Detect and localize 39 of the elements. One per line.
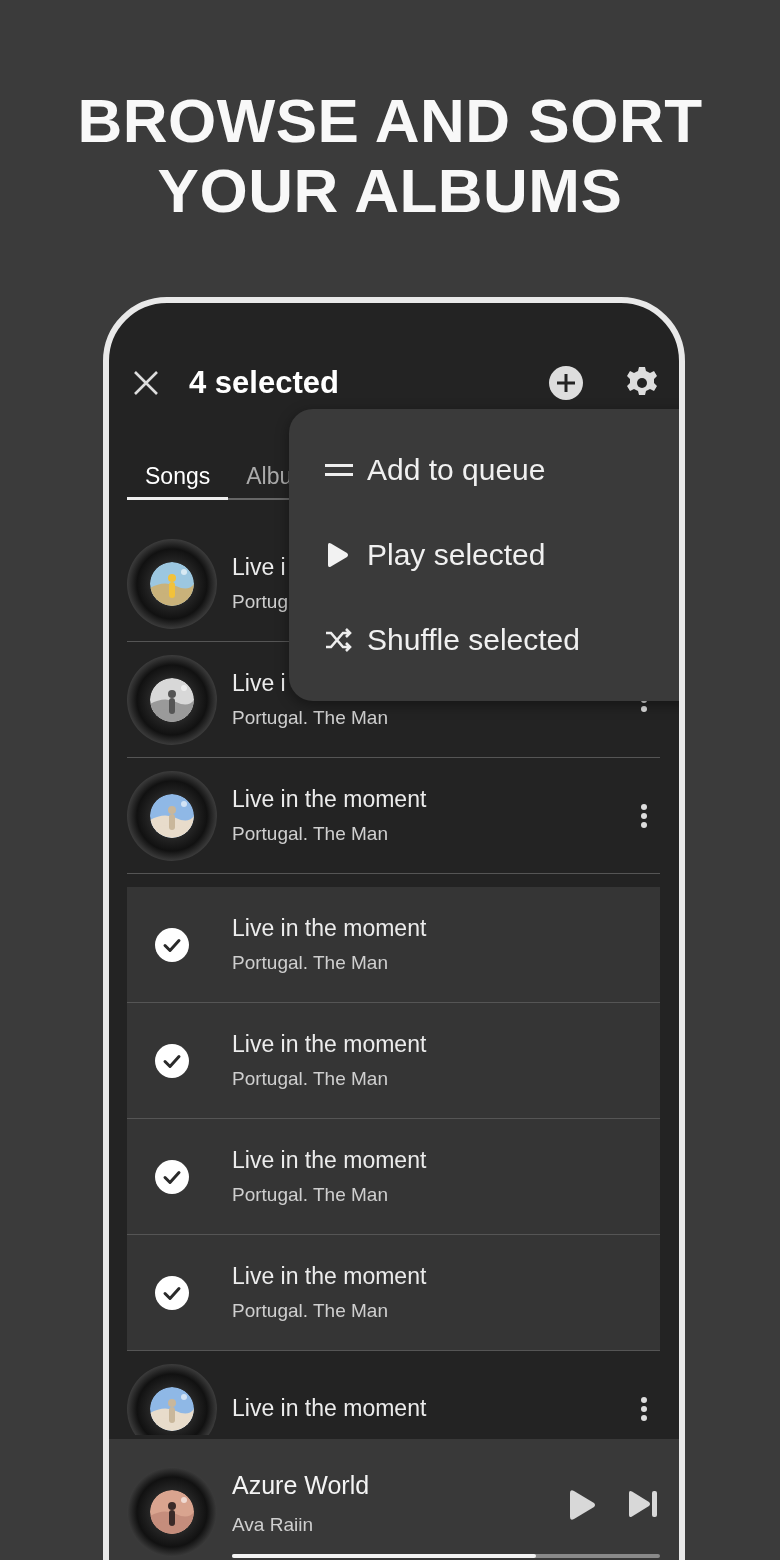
- add-icon[interactable]: [549, 366, 583, 400]
- song-title: Live i: [232, 670, 286, 697]
- song-title: Live in the moment: [232, 1031, 427, 1058]
- tab[interactable]: Songs: [127, 456, 229, 500]
- song-row[interactable]: Live in the moment Portugal. The Man: [127, 1119, 660, 1235]
- selection-count: 4 selected: [189, 365, 340, 401]
- artist-name: Ava Raiin: [232, 1514, 314, 1536]
- more-icon[interactable]: [640, 1395, 648, 1422]
- check-icon[interactable]: [155, 1043, 189, 1078]
- artist-name: Portugal. The Man: [232, 707, 388, 729]
- check-icon[interactable]: [155, 1159, 189, 1194]
- play-icon: [325, 542, 349, 568]
- check-icon[interactable]: [155, 1275, 189, 1310]
- artist-name: Portug: [232, 591, 288, 613]
- song-title: Live i: [232, 554, 286, 581]
- artist-name: Portugal. The Man: [232, 1068, 388, 1090]
- artist-name: Portugal. The Man: [232, 1184, 388, 1206]
- more-icon[interactable]: [640, 802, 648, 829]
- headline: BROWSE AND SORT YOUR ALBUMS: [77, 85, 703, 226]
- check-icon[interactable]: [155, 927, 189, 962]
- song-title: Live in the moment: [232, 1263, 427, 1290]
- song-title: Live in the moment: [232, 786, 427, 813]
- song-title: Live in the moment: [232, 1395, 427, 1422]
- mini-player[interactable]: Azure World Ava Raiin: [109, 1439, 679, 1560]
- song-title: Live in the moment: [232, 915, 427, 942]
- song-row[interactable]: Live in the moment Portugal. The Man: [127, 1235, 660, 1351]
- track-title: Azure World: [232, 1471, 371, 1500]
- artist-name: Portugal. The Man: [232, 952, 388, 974]
- menu-item[interactable]: Add to queue: [289, 432, 679, 508]
- queue-icon: [325, 463, 353, 477]
- artist-name: Portugal. The Man: [232, 823, 388, 845]
- shuffle-icon: [325, 628, 353, 652]
- menu-item[interactable]: Play selected: [289, 517, 679, 593]
- progress-bar[interactable]: [232, 1554, 660, 1558]
- song-row[interactable]: Live in the moment Portugal. The Man: [127, 1003, 660, 1119]
- artist-name: Portugal. The Man: [232, 1300, 388, 1322]
- menu-item[interactable]: Shuffle selected: [289, 602, 679, 678]
- song-title: Live in the moment: [232, 1147, 427, 1174]
- song-row[interactable]: Live in the moment Portugal. The Man: [127, 887, 660, 1003]
